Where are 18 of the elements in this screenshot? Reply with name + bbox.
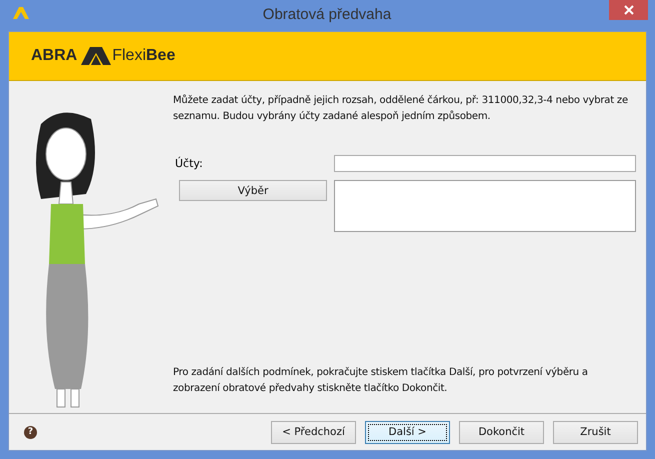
close-button[interactable] xyxy=(609,0,648,20)
select-button[interactable]: Výběr xyxy=(179,180,327,201)
wizard-button[interactable]: < Předchozí xyxy=(271,420,356,444)
app-logo-icon xyxy=(13,6,29,18)
help-icon[interactable]: ? xyxy=(24,426,37,438)
accounts-label: Účty: xyxy=(174,157,204,170)
wizard-button[interactable]: Dokončit xyxy=(459,420,544,444)
window-title: Obratová předvaha xyxy=(262,6,392,23)
instruction-text: Můžete zadat účty, případně jejich rozsah, oddělené čárkou, př: 311000,32,3-4 nebo vybrat ze seznamu. Budou vybrány účty zadané alespoň jedním způsobem. xyxy=(173,94,629,124)
logo-mark-icon xyxy=(81,47,112,65)
accounts-field[interactable] xyxy=(334,155,636,172)
wizard-button[interactable]: Zrušit xyxy=(553,420,638,444)
close-icon xyxy=(624,5,634,15)
logo-text: FlexiBee xyxy=(112,47,176,65)
wizard-button[interactable]: Další > xyxy=(365,420,450,444)
hint-text: Pro zadání dalších podmínek, pokračujte stiskem tlačítka Další, pro potvrzení výběru a zobrazení obratové předvahy stiskněte tlačítko Dokončit. xyxy=(173,366,589,396)
selection-list[interactable] xyxy=(334,180,636,232)
logo-text: ABRA xyxy=(31,47,78,65)
